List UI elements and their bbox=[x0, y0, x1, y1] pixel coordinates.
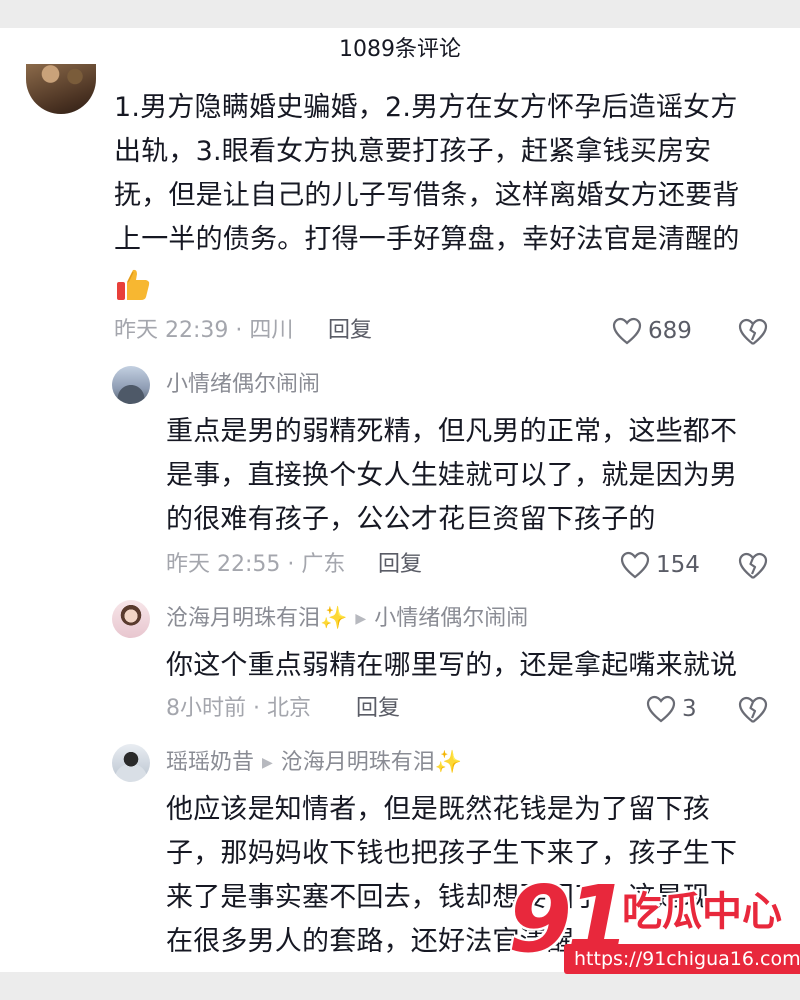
comment-line: 他应该是知情者，但是既然花钱是为了留下孩 bbox=[166, 794, 710, 825]
thumbs-up-icon bbox=[114, 266, 152, 304]
comment-line: 的很难有孩子，公公才花巨资留下孩子的 bbox=[166, 504, 656, 535]
username[interactable]: 小情绪偶尔闹闹 bbox=[166, 370, 320, 400]
avatar[interactable] bbox=[112, 744, 150, 782]
heart-icon bbox=[620, 551, 650, 579]
watermark-name: 吃瓜中心 bbox=[622, 889, 782, 935]
reply-header: 沧海月明珠有泪✨ ▶ 小情绪偶尔闹闹 bbox=[166, 604, 528, 634]
avatar[interactable] bbox=[26, 64, 96, 114]
comment-body: 你这个重点弱精在哪里写的，还是拿起嘴来就说 bbox=[166, 644, 776, 688]
username[interactable]: 沧海月明珠有泪 bbox=[166, 606, 320, 631]
comment-line: 重点是男的弱精死精，但凡男的正常，这些都不 bbox=[166, 416, 738, 447]
avatar[interactable] bbox=[112, 600, 150, 638]
reply-arrow-icon: ▶ bbox=[262, 755, 273, 771]
like-count: 3 bbox=[682, 696, 697, 722]
dislike-broken-heart-icon[interactable] bbox=[738, 316, 768, 346]
sparkle-icon: ✨ bbox=[320, 606, 348, 631]
heart-icon bbox=[612, 317, 642, 345]
comment-meta: 昨天 22:55 · 广东 bbox=[166, 552, 346, 577]
comment-count-title: 1089条评论 bbox=[339, 37, 461, 62]
reply-button[interactable]: 回复 bbox=[378, 550, 422, 580]
like-button[interactable]: 154 bbox=[620, 550, 700, 580]
comment-body: 1.男方隐瞒婚史骗婚，2.男方在女方怀孕后造谣女方 出轨，3.眼看女方执意要打孩… bbox=[114, 86, 774, 262]
like-button[interactable]: 3 bbox=[646, 694, 697, 724]
reply-button[interactable]: 回复 bbox=[356, 694, 400, 724]
reply-button[interactable]: 回复 bbox=[328, 316, 372, 346]
heart-icon bbox=[646, 695, 676, 723]
comments-sheet: 1089条评论 1.男方隐瞒婚史骗婚，2.男方在女方怀孕后造谣女方 出轨，3.眼… bbox=[0, 28, 800, 972]
dislike-broken-heart-icon[interactable] bbox=[738, 550, 768, 580]
reply-header: 瑶瑶奶昔 ▶ 沧海月明珠有泪✨ bbox=[166, 748, 462, 778]
like-count: 689 bbox=[648, 318, 692, 344]
comment-meta: 昨天 22:39 · 四川 bbox=[114, 318, 294, 343]
dislike-broken-heart-icon[interactable] bbox=[738, 694, 768, 724]
watermark-url: https://91chigua16.com bbox=[564, 944, 800, 974]
comment-line: 上一半的债务。打得一手好算盘，幸好法官是清醒的 bbox=[114, 224, 740, 255]
sparkle-icon: ✨ bbox=[434, 750, 463, 775]
comment-line: 1.男方隐瞒婚史骗婚，2.男方在女方怀孕后造谣女方 bbox=[114, 92, 738, 123]
avatar[interactable] bbox=[112, 366, 150, 404]
reply-to-username[interactable]: 小情绪偶尔闹闹 bbox=[374, 606, 528, 631]
comment-meta: 8小时前 · 北京 bbox=[166, 696, 311, 721]
comment-line: 是事，直接换个女人生娃就可以了，就是因为男 bbox=[166, 460, 738, 491]
like-button[interactable]: 689 bbox=[612, 316, 692, 346]
comment-body: 重点是男的弱精死精，但凡男的正常，这些都不 是事，直接换个女人生娃就可以了，就是… bbox=[166, 410, 776, 542]
comment-line: 出轨，3.眼看女方执意要打孩子，赶紧拿钱买房安 bbox=[114, 136, 712, 167]
comment-line: 抚，但是让自己的儿子写借条，这样离婚女方还要背 bbox=[114, 180, 740, 211]
username[interactable]: 瑶瑶奶昔 bbox=[166, 750, 254, 775]
comment-line: 你这个重点弱精在哪里写的，还是拿起嘴来就说 bbox=[166, 650, 738, 681]
reply-arrow-icon: ▶ bbox=[355, 611, 367, 627]
site-watermark-logo: 91 吃瓜中心 https://91chigua16.com bbox=[508, 870, 800, 980]
reply-to-username[interactable]: 沧海月明珠有泪 bbox=[281, 750, 435, 775]
like-count: 154 bbox=[656, 552, 700, 578]
